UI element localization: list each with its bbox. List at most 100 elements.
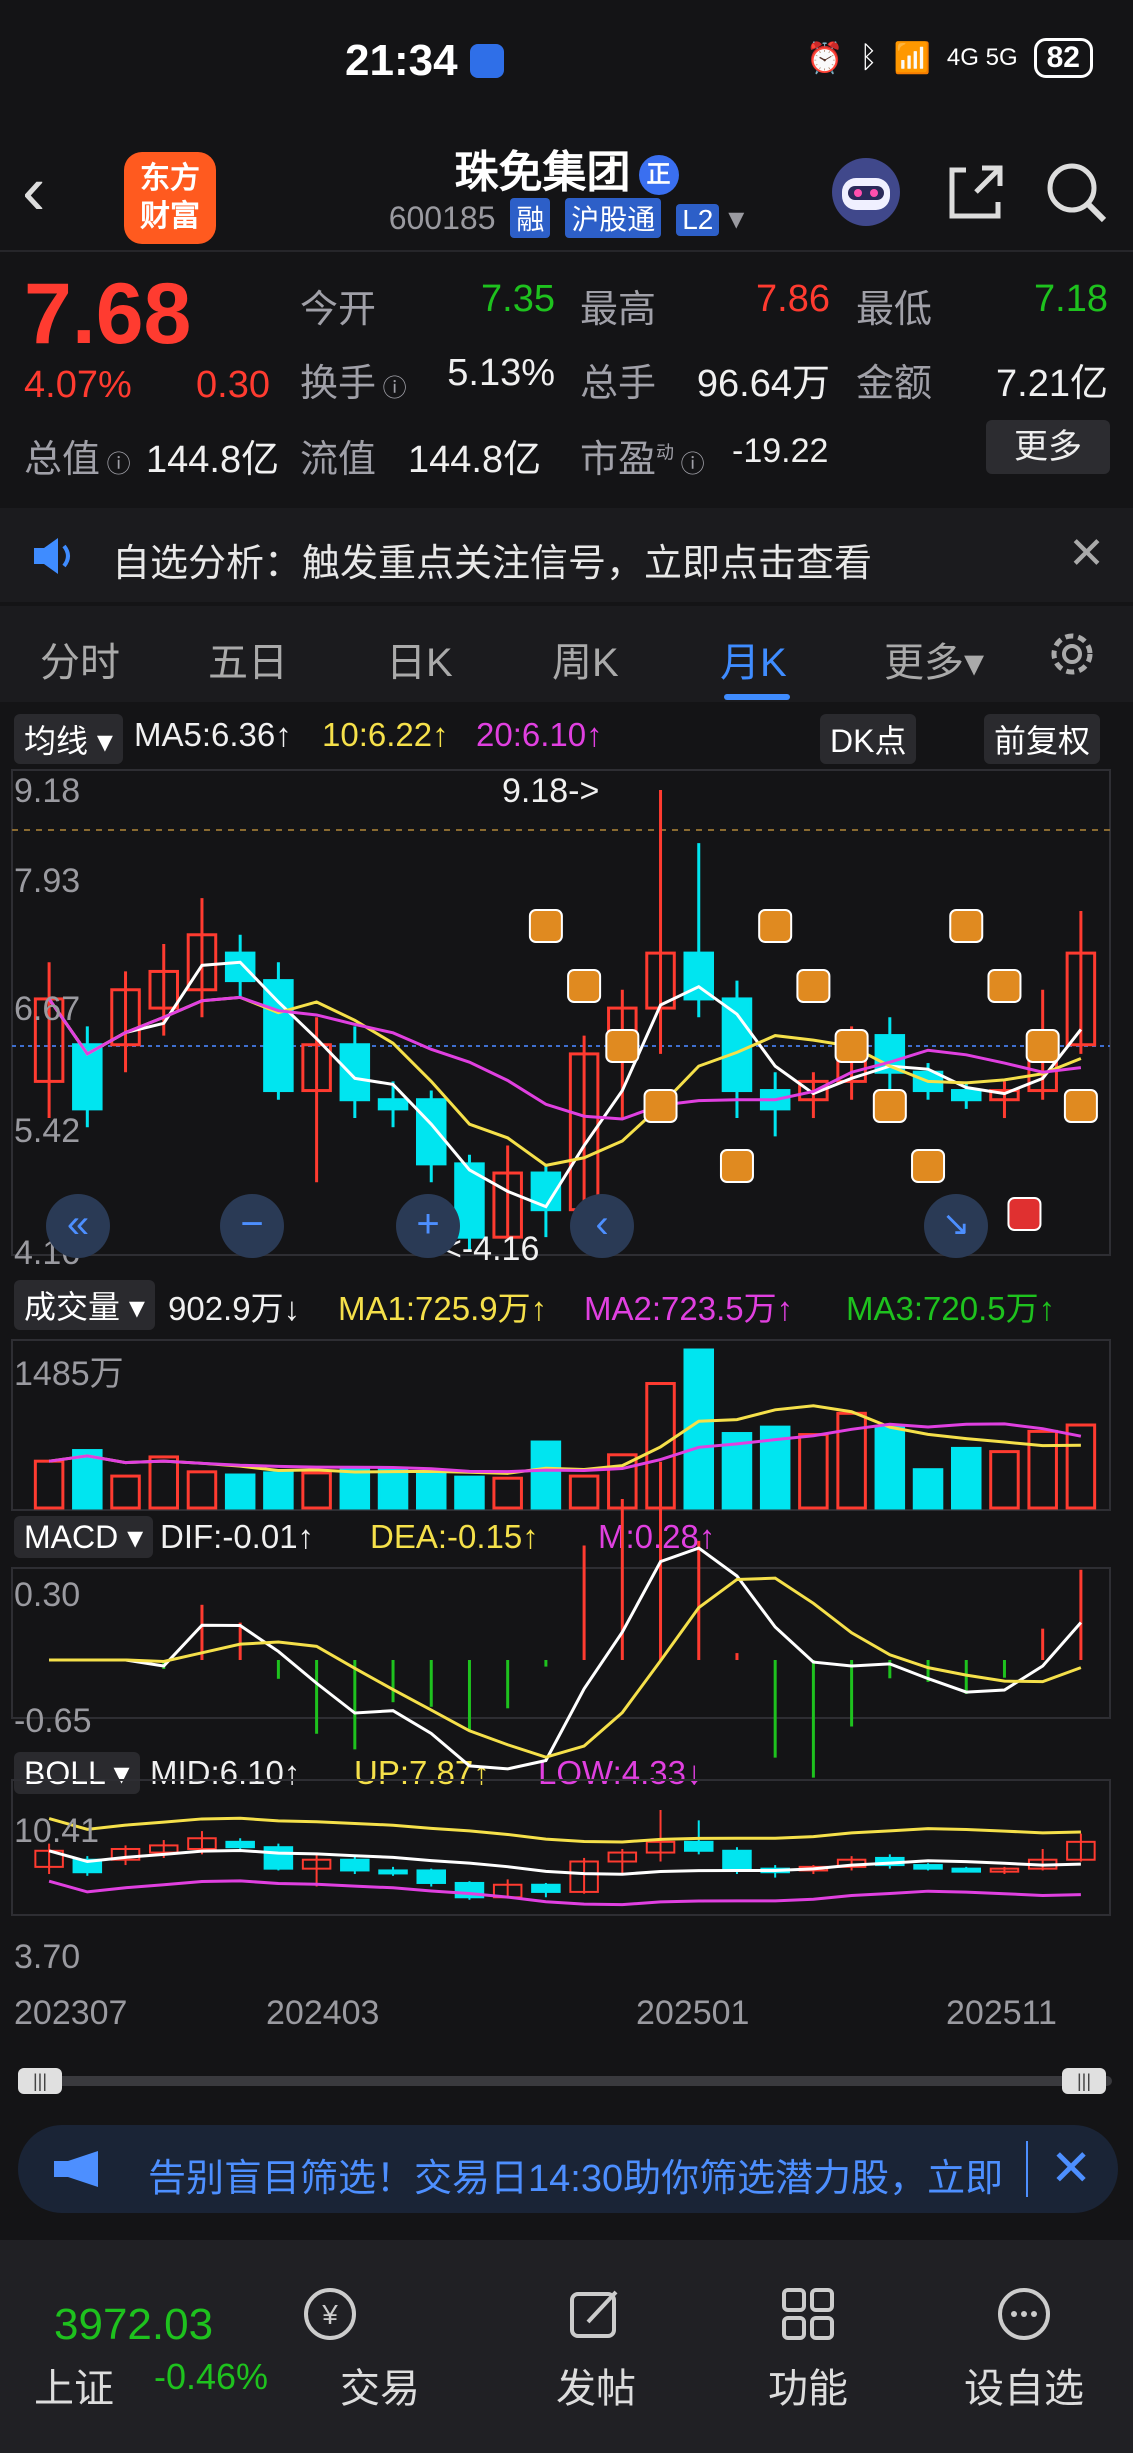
turnover-value: 5.13% (447, 352, 555, 394)
boll-candle-body (225, 1840, 255, 1849)
vol-ma2-line (48, 1422, 1082, 1474)
scroll-handle-left[interactable]: ||| (18, 2068, 62, 2094)
gear-icon[interactable] (1044, 626, 1100, 687)
volume-bar (148, 1455, 180, 1510)
promo-banner[interactable]: 告别盲目筛选！交易日14:30助你筛选潜力股，立即 ✕ (18, 2125, 1118, 2213)
t-signal-marker (834, 1029, 869, 1063)
more-dots-icon (994, 2284, 1054, 2349)
tag-margin: 融 (510, 198, 551, 238)
kline-y-label: 6.67 (14, 990, 81, 1028)
kline-chart[interactable] (0, 760, 1133, 2050)
megaphone-icon (50, 2149, 110, 2194)
tab-five-day[interactable]: 五日 (208, 630, 288, 688)
boll-candle-body (378, 1869, 408, 1875)
ma5-legend: MA5:6.36↑ (134, 716, 292, 753)
zoom-in-button[interactable]: + (396, 1194, 460, 1258)
volume-bar (377, 1468, 409, 1510)
scroll-left-button[interactable]: « (46, 1194, 110, 1258)
t-signal-marker (567, 969, 602, 1003)
analysis-notice[interactable]: 自选分析：触发重点关注信号，立即点击查看 ✕ (0, 508, 1133, 602)
badge-icon: 正 (638, 155, 679, 196)
status-time: 21:34 (345, 36, 458, 85)
x-axis-label: 202403 (266, 1994, 380, 2032)
index-value[interactable]: 3972.03 (54, 2300, 213, 2350)
close-icon[interactable]: ✕ (1050, 2139, 1092, 2197)
nav-post[interactable]: 发帖 (516, 2356, 676, 2414)
share-icon[interactable] (936, 152, 1016, 232)
tag-connect: 沪股通 (565, 198, 662, 238)
nav-add-watchlist[interactable]: 设自选 (944, 2356, 1104, 2414)
post-icon (566, 2284, 626, 2349)
market-cap-value: 144.8亿 (146, 439, 280, 481)
market-cap-label: 总值 ⓘ (24, 439, 131, 481)
panel-frame (11, 1567, 1111, 1719)
volume-bar (874, 1425, 906, 1510)
wifi-icon: 📶 (893, 41, 931, 75)
battery-icon: 82 (1033, 38, 1093, 78)
macd-y-top: 0.30 (14, 1576, 81, 1614)
chevron-down-icon: ▾ (728, 200, 745, 236)
ma10-legend: 10:6.22↑ (322, 716, 449, 753)
volume-bar (530, 1440, 562, 1510)
kline-y-label: 9.18 (14, 772, 81, 810)
stock-name: 珠免集团 (454, 148, 631, 197)
volume-bar (263, 1471, 294, 1510)
reset-button[interactable]: ↘ (924, 1194, 988, 1258)
boll-candle-body (416, 1869, 447, 1884)
svg-text:¥: ¥ (321, 2299, 338, 2330)
index-percent[interactable]: -0.46% (154, 2356, 268, 2398)
volume-bar (989, 1450, 1020, 1510)
divider (1026, 2141, 1028, 2197)
candle-body (224, 951, 256, 983)
robot-assistant-icon[interactable] (826, 152, 906, 232)
volume-bar (224, 1473, 256, 1510)
adjust-button[interactable]: 前复权 (984, 714, 1101, 764)
tab-intraday[interactable]: 分时 (40, 630, 120, 688)
float-cap-value: 144.8亿 (408, 439, 542, 481)
tab-weekly-k[interactable]: 周K (552, 630, 619, 688)
tab-more[interactable]: 更多▾ (884, 630, 984, 688)
boll-candle-body (263, 1846, 294, 1870)
t-signal-marker (605, 1029, 640, 1063)
dk-point-button[interactable]: DK点 (820, 714, 917, 764)
index-name[interactable]: 上证 (34, 2356, 114, 2414)
volume-bar (339, 1466, 371, 1510)
more-button[interactable]: 更多 (986, 420, 1110, 474)
ma20-line (47, 995, 1082, 1121)
tab-daily-k[interactable]: 日K (386, 630, 453, 688)
volume-bar (454, 1475, 485, 1510)
nav-trade[interactable]: 交易 (300, 2356, 460, 2414)
t-signal-marker (643, 1089, 678, 1123)
boll-candle-body (722, 1849, 752, 1870)
high-label: 最高 (580, 289, 657, 331)
bluetooth-icon: ᛒ (859, 41, 878, 74)
boll-mid-line (48, 1848, 1081, 1876)
ma-indicator-select[interactable]: 均线 ▾ (14, 714, 123, 764)
volume-bar (110, 1474, 141, 1510)
dif-line (49, 1546, 1083, 1771)
nav-functions[interactable]: 功能 (728, 2356, 888, 2414)
volume-bar (798, 1433, 829, 1510)
scroll-handle-right[interactable]: ||| (1062, 2068, 1106, 2094)
high-value: 7.86 (756, 278, 830, 320)
status-right-icons: ⏰ ᛒ 📶 4G 5G 82 (806, 38, 1093, 78)
candle-body (415, 1098, 447, 1166)
stock-code: 600185 (388, 200, 496, 236)
dea-line (49, 1576, 1082, 1759)
t-signal-marker (719, 1149, 754, 1183)
chart-scrollbar[interactable] (18, 2076, 1112, 2086)
t-signal-marker (1025, 1029, 1060, 1063)
kline-y-label: 7.93 (14, 862, 81, 900)
zoom-out-button[interactable]: − (220, 1194, 284, 1258)
signal-icon: 4G 5G (946, 44, 1018, 71)
ma20-legend: 20:6.10↑ (476, 716, 603, 753)
status-bar: 21:34 ⏰ ᛒ 📶 4G 5G 82 (0, 0, 1133, 120)
search-icon[interactable] (1036, 152, 1116, 232)
prev-button[interactable]: ‹ (570, 1194, 634, 1258)
tab-monthly-k[interactable]: 月K (720, 630, 787, 688)
t-signal-marker (872, 1089, 907, 1123)
close-icon[interactable]: ✕ (1068, 528, 1105, 579)
volume-bar (33, 1459, 65, 1510)
t-signal-marker (949, 909, 984, 943)
boll-candle-body (951, 1867, 982, 1873)
